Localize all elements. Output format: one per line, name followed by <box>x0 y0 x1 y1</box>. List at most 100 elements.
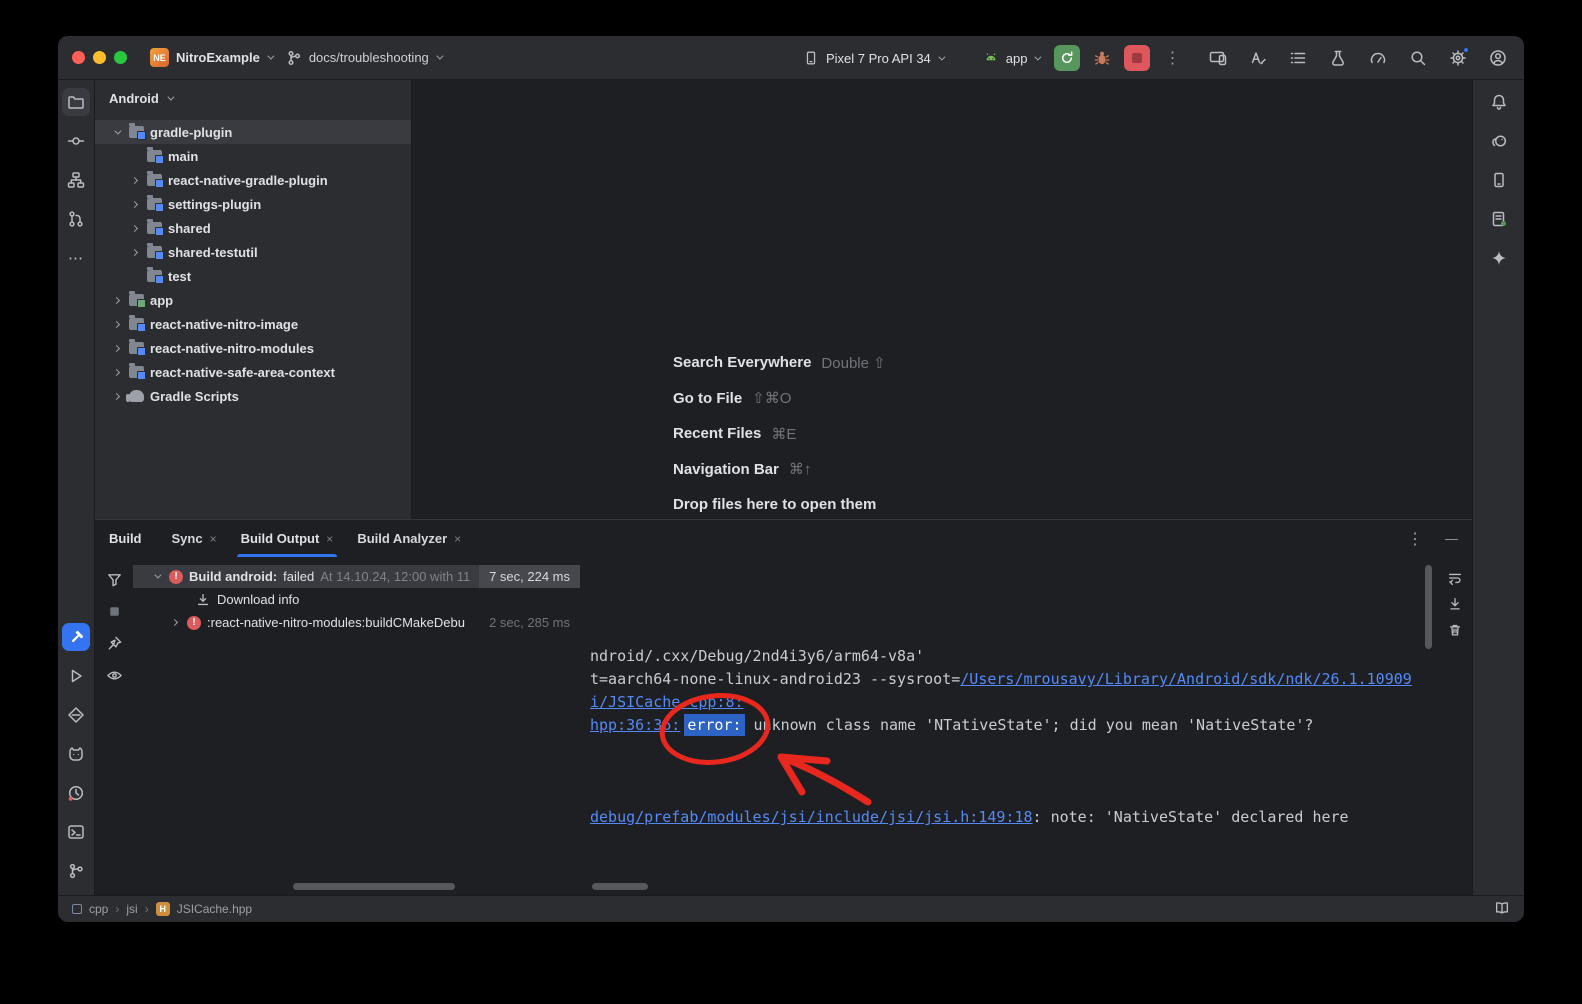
module-icon <box>129 126 144 138</box>
stop-output-button[interactable] <box>102 599 126 623</box>
terminal-tool-button[interactable] <box>62 818 90 846</box>
chevron-right-icon[interactable] <box>130 224 137 231</box>
build-console[interactable]: ndroid/.cxx/Debug/2nd4i3y6/arm64-v8a' t=… <box>580 557 1438 895</box>
zoom-window-button[interactable] <box>114 51 127 64</box>
breadcrumb-file[interactable]: JSICache.hpp <box>177 902 252 916</box>
file-link[interactable]: debug/prefab/modules/jsi/include/jsi/jsi… <box>590 808 1033 826</box>
filter-button[interactable] <box>102 567 126 591</box>
inspect-button[interactable] <box>102 663 126 687</box>
build-root-row[interactable]: Build android: failed At 14.10.24, 12:00… <box>133 565 580 588</box>
chevron-down-icon[interactable] <box>154 572 161 579</box>
panel-options-button[interactable]: ⋮ <box>1401 529 1429 549</box>
breadcrumb-jsi[interactable]: jsi <box>126 902 137 916</box>
play-icon <box>67 667 85 685</box>
tab-build-analyzer[interactable]: Build Analyzer × <box>345 520 473 557</box>
more-actions-button[interactable]: ⋮ <box>1158 48 1186 68</box>
chevron-right-icon[interactable] <box>170 619 177 626</box>
console-line: t=aarch64-none-linux-android23 --sysroot… <box>590 668 1438 691</box>
tree-item-settings-plugin[interactable]: settings-plugin <box>95 192 411 216</box>
commit-tool-button[interactable] <box>62 127 90 155</box>
app-quality-insights-button[interactable] <box>1485 205 1513 233</box>
build-task-row[interactable]: :react-native-nitro-modules:buildCMakeDe… <box>133 611 580 634</box>
project-tool-button[interactable] <box>62 88 90 116</box>
pull-requests-tool-button[interactable] <box>62 205 90 233</box>
scroll-to-end-button[interactable] <box>1444 593 1466 615</box>
tree-item-react-native-safe-area-context[interactable]: react-native-safe-area-context <box>95 360 411 384</box>
project-widget[interactable]: NE NitroExample <box>143 44 279 71</box>
chevron-right-icon[interactable] <box>130 200 137 207</box>
file-link[interactable]: hpp:36:36: <box>590 716 680 734</box>
build-download-info-row[interactable]: Download info <box>133 588 580 611</box>
tree-item-gradle-scripts[interactable]: Gradle Scripts <box>95 384 411 408</box>
profile-button[interactable] <box>1484 44 1512 72</box>
chevron-down-icon[interactable] <box>114 127 121 134</box>
tree-item-react-native-nitro-image[interactable]: react-native-nitro-image <box>95 312 411 336</box>
build-row-label: Download info <box>217 592 299 607</box>
settings-button[interactable] <box>1444 44 1472 72</box>
editor-area[interactable]: Search Everywhere Double ⇧ Go to File ⇧⌘… <box>412 80 1472 519</box>
translate-button[interactable] <box>1244 44 1272 72</box>
profiler-button[interactable] <box>1364 44 1392 72</box>
task-list-button[interactable] <box>1284 44 1312 72</box>
chevron-right-icon[interactable] <box>112 296 119 303</box>
running-devices-button[interactable] <box>1204 44 1232 72</box>
run-tool-button[interactable] <box>62 662 90 690</box>
chevron-right-icon[interactable] <box>112 344 119 351</box>
app-insights-tool-button[interactable] <box>62 701 90 729</box>
chevron-right-icon[interactable] <box>112 320 119 327</box>
debug-button[interactable] <box>1088 44 1116 72</box>
close-window-button[interactable] <box>72 51 85 64</box>
branch-widget[interactable]: docs/troubleshooting <box>279 46 448 70</box>
profiler-tool-button[interactable] <box>62 779 90 807</box>
reader-book-icon[interactable] <box>1494 900 1510 916</box>
chevron-right-icon[interactable] <box>112 392 119 399</box>
tree-item-gradle-plugin[interactable]: gradle-plugin <box>95 120 411 144</box>
file-link[interactable]: /Users/mrousavy/Library/Android/sdk/ndk/… <box>960 670 1412 688</box>
build-row-duration: 2 sec, 285 ms <box>489 615 580 630</box>
vertical-scrollbar-thumb[interactable] <box>1425 565 1432 649</box>
gradle-tool-button[interactable] <box>1485 127 1513 155</box>
file-link[interactable]: i/JSICache.cpp:8: <box>590 693 744 711</box>
breadcrumb-cpp[interactable]: cpp <box>89 902 108 916</box>
close-icon[interactable]: × <box>210 532 217 546</box>
chevron-right-icon[interactable] <box>130 176 137 183</box>
tree-item-shared[interactable]: shared <box>95 216 411 240</box>
device-manager-button[interactable] <box>1485 166 1513 194</box>
horizontal-scrollbar-thumb[interactable] <box>293 883 455 890</box>
project-view-selector[interactable]: Android <box>95 80 411 116</box>
gauge-icon <box>1369 49 1387 67</box>
device-phone-icon <box>1490 171 1508 189</box>
chevron-right-icon[interactable] <box>130 248 137 255</box>
hide-panel-button[interactable]: — <box>1445 531 1458 546</box>
soft-wrap-button[interactable] <box>1444 567 1466 589</box>
horizontal-scrollbar-thumb[interactable] <box>592 883 648 890</box>
rerun-button[interactable] <box>1054 45 1080 71</box>
search-everywhere-button[interactable] <box>1404 44 1432 72</box>
stop-button[interactable] <box>1124 45 1150 71</box>
minimize-window-button[interactable] <box>93 51 106 64</box>
tab-build-output[interactable]: Build Output × <box>229 520 346 557</box>
version-control-tool-button[interactable] <box>62 857 90 885</box>
tab-sync[interactable]: Sync × <box>160 520 229 557</box>
tree-item-test[interactable]: test <box>95 264 411 288</box>
gemini-assistant-button[interactable] <box>1485 244 1513 272</box>
run-config-selector[interactable]: app <box>976 46 1047 70</box>
tree-item-react-native-gradle-plugin[interactable]: react-native-gradle-plugin <box>95 168 411 192</box>
notifications-button[interactable] <box>1485 88 1513 116</box>
tree-item-shared-testutil[interactable]: shared-testutil <box>95 240 411 264</box>
tests-button[interactable] <box>1324 44 1352 72</box>
clear-all-button[interactable] <box>1444 619 1466 641</box>
close-icon[interactable]: × <box>454 532 461 546</box>
structure-tool-button[interactable] <box>62 166 90 194</box>
chevron-right-icon[interactable] <box>112 368 119 375</box>
build-tool-button[interactable] <box>62 623 90 651</box>
tree-item-app[interactable]: app <box>95 288 411 312</box>
device-selector[interactable]: Pixel 7 Pro API 34 <box>796 46 950 70</box>
tree-item-react-native-nitro-modules[interactable]: react-native-nitro-modules <box>95 336 411 360</box>
pin-button[interactable] <box>102 631 126 655</box>
module-icon <box>147 174 162 186</box>
close-icon[interactable]: × <box>326 532 333 546</box>
tree-item-main[interactable]: main <box>95 144 411 168</box>
more-tool-windows-button[interactable]: ⋯ <box>62 244 90 272</box>
logcat-tool-button[interactable] <box>62 740 90 768</box>
